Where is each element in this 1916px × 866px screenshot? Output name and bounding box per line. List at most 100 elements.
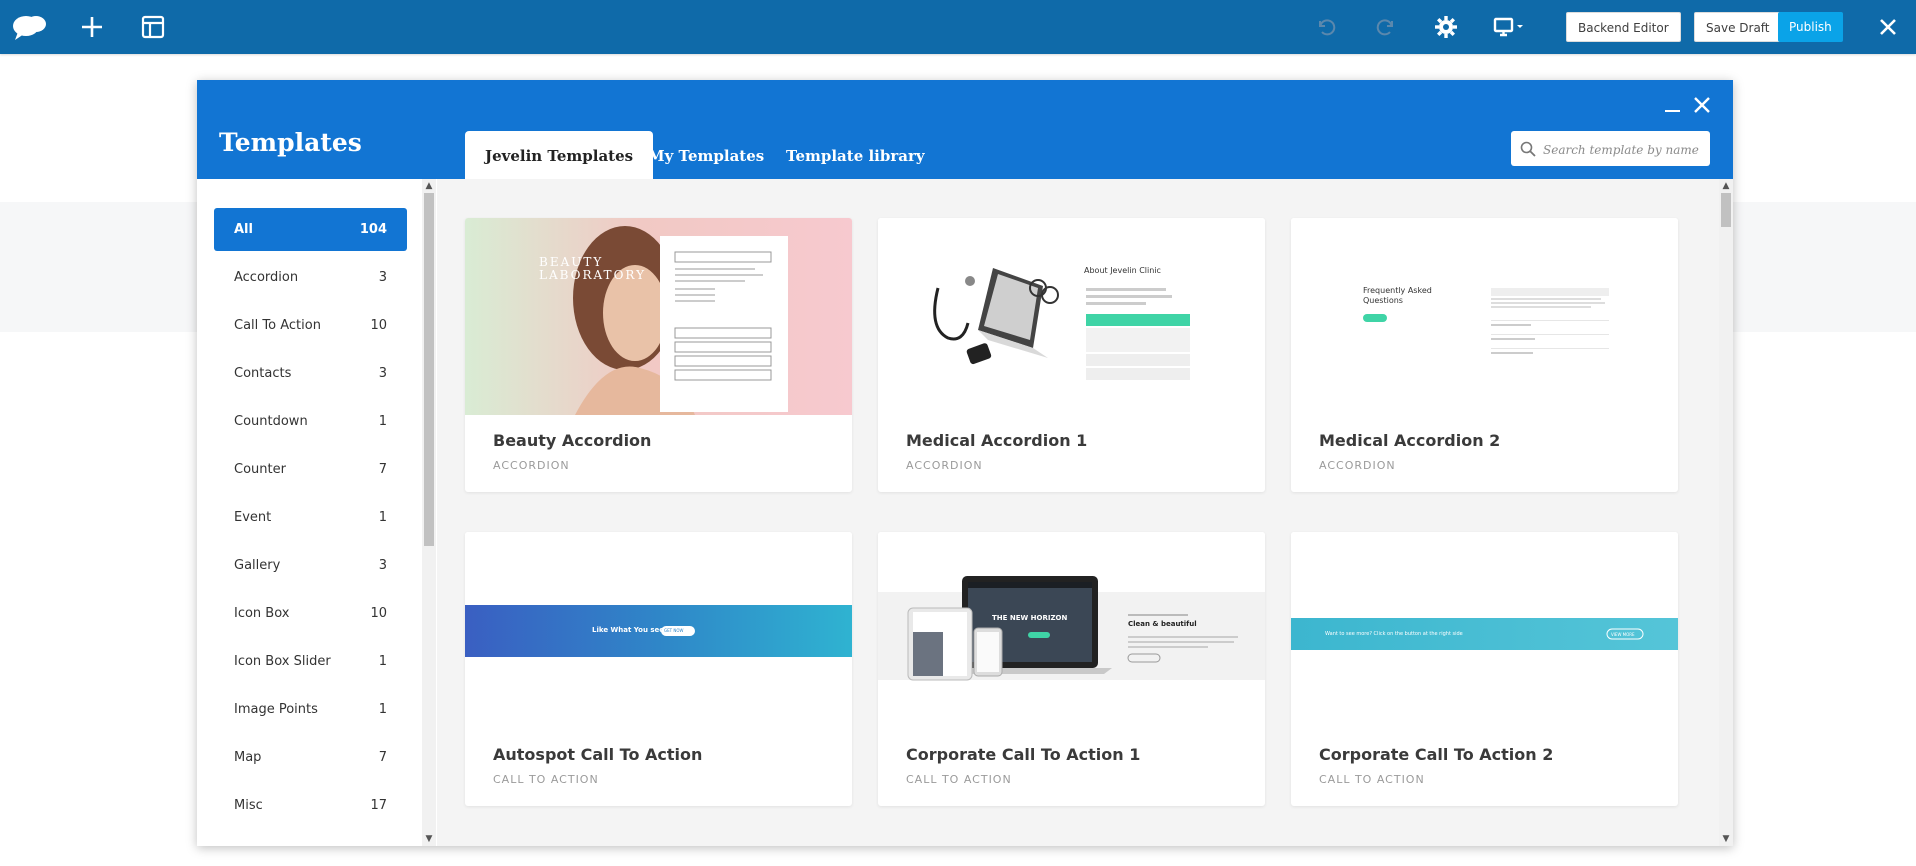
content-scroll-thumb[interactable] bbox=[1721, 193, 1731, 227]
template-card-medical-accordion-2[interactable]: Frequently Asked Questions Medical Accor… bbox=[1291, 218, 1678, 492]
sidebar-item-label: Event bbox=[234, 510, 272, 525]
template-category: CALL TO ACTION bbox=[1319, 773, 1425, 786]
sidebar-item-icon-box[interactable]: Icon Box 10 bbox=[214, 592, 407, 635]
preview-heading: Frequently Asked Questions bbox=[1363, 286, 1432, 305]
sidebar-item-label: All bbox=[234, 222, 253, 237]
sidebar-item-label: Image Points bbox=[234, 702, 318, 717]
sidebar-item-label: Gallery bbox=[234, 558, 281, 573]
save-draft-button[interactable]: Save Draft bbox=[1694, 12, 1782, 42]
sidebar-item-label: Icon Box Slider bbox=[234, 654, 331, 669]
close-modal-icon[interactable] bbox=[1691, 94, 1713, 116]
template-name: Beauty Accordion bbox=[493, 431, 652, 450]
sidebar-item-count: 10 bbox=[370, 318, 387, 333]
settings-gear-icon[interactable] bbox=[1416, 0, 1476, 54]
add-element-icon[interactable] bbox=[62, 0, 122, 54]
undo-icon[interactable] bbox=[1296, 0, 1356, 54]
template-preview-image: About Jevelin Clinic bbox=[878, 218, 1265, 415]
device-preview-monitor-icon[interactable] bbox=[1480, 0, 1540, 54]
sidebar-item-gallery[interactable]: Gallery 3 bbox=[214, 544, 407, 587]
scroll-down-arrow-icon[interactable]: ▼ bbox=[1719, 832, 1733, 846]
templates-modal: Templates Jevelin Templates My Templates… bbox=[197, 80, 1733, 846]
tab-template-library[interactable]: Template library bbox=[786, 131, 925, 179]
category-sidebar: All 104 Accordion 3 Call To Action 10 Co… bbox=[197, 179, 422, 846]
modal-header: Templates Jevelin Templates My Templates… bbox=[197, 80, 1733, 179]
sidebar-item-icon-box-slider[interactable]: Icon Box Slider 1 bbox=[214, 640, 407, 683]
sidebar-item-image-points[interactable]: Image Points 1 bbox=[214, 688, 407, 731]
content-scrollbar[interactable]: ▲ ▼ bbox=[1719, 179, 1733, 846]
sidebar-item-count: 1 bbox=[378, 414, 387, 429]
logo-icon[interactable] bbox=[0, 0, 60, 54]
template-preview-image: Like What You see? GET NOW bbox=[465, 532, 852, 729]
scroll-up-arrow-icon[interactable]: ▲ bbox=[422, 179, 436, 193]
sidebar-item-map[interactable]: Map 7 bbox=[214, 736, 407, 779]
sidebar-item-label: Countdown bbox=[234, 414, 308, 429]
sidebar-scrollbar[interactable]: ▲ ▼ bbox=[422, 179, 436, 846]
preview-heading: BEAUTY LABORATORY bbox=[539, 255, 646, 282]
sidebar-item-count: 3 bbox=[378, 558, 387, 573]
sidebar-item-label: Counter bbox=[234, 462, 286, 477]
sidebar-item-label: Map bbox=[234, 750, 262, 765]
sidebar-item-label: Misc bbox=[234, 798, 263, 813]
preview-button: GET NOW bbox=[664, 628, 684, 633]
sidebar-item-count: 1 bbox=[378, 702, 387, 717]
sidebar-item-call-to-action[interactable]: Call To Action 10 bbox=[214, 304, 407, 347]
sidebar-item-count: 7 bbox=[378, 750, 387, 765]
template-category: ACCORDION bbox=[1319, 459, 1396, 472]
template-card-beauty-accordion[interactable]: BEAUTY LABORATORY Beauty Accordion ACCOR… bbox=[465, 218, 852, 492]
templates-grid: BEAUTY LABORATORY Beauty Accordion ACCOR… bbox=[437, 179, 1719, 846]
template-card-autospot-call-to-action[interactable]: Like What You see? GET NOW Autospot Call… bbox=[465, 532, 852, 806]
tab-jevelin-templates[interactable]: Jevelin Templates bbox=[465, 131, 654, 179]
sidebar-item-counter[interactable]: Counter 7 bbox=[214, 448, 407, 491]
sidebar-item-label: Contacts bbox=[234, 366, 292, 381]
template-name: Medical Accordion 2 bbox=[1319, 431, 1501, 450]
sidebar-item-count: 7 bbox=[378, 462, 387, 477]
template-category: ACCORDION bbox=[906, 459, 983, 472]
sidebar-item-misc[interactable]: Misc 17 bbox=[214, 784, 407, 827]
template-card-medical-accordion-1[interactable]: About Jevelin Clinic Medical Accordion 1… bbox=[878, 218, 1265, 492]
template-category: CALL TO ACTION bbox=[906, 773, 1012, 786]
template-name: Autospot Call To Action bbox=[493, 745, 703, 764]
close-editor-icon[interactable] bbox=[1858, 0, 1916, 54]
template-category: ACCORDION bbox=[493, 459, 570, 472]
template-category: CALL TO ACTION bbox=[493, 773, 599, 786]
template-preview-image: Frequently Asked Questions bbox=[1291, 218, 1678, 415]
scroll-down-arrow-icon[interactable]: ▼ bbox=[422, 832, 436, 846]
sidebar-item-label: Icon Box bbox=[234, 606, 290, 621]
template-name: Corporate Call To Action 2 bbox=[1319, 745, 1554, 764]
publish-button[interactable]: Publish bbox=[1778, 12, 1843, 42]
sidebar-item-accordion[interactable]: Accordion 3 bbox=[214, 256, 407, 299]
preview-heading: Clean & beautiful bbox=[1128, 620, 1197, 628]
redo-icon[interactable] bbox=[1356, 0, 1416, 54]
template-name: Medical Accordion 1 bbox=[906, 431, 1088, 450]
scroll-up-arrow-icon[interactable]: ▲ bbox=[1719, 179, 1733, 193]
templates-icon[interactable] bbox=[123, 0, 183, 54]
preview-screen-text: THE NEW HORIZON bbox=[992, 614, 1068, 622]
template-preview-image: THE NEW HORIZON Clean & beautiful bbox=[878, 532, 1265, 729]
template-card-corporate-call-to-action-1[interactable]: THE NEW HORIZON Clean & beautiful Corpor… bbox=[878, 532, 1265, 806]
sidebar-item-count: 3 bbox=[378, 366, 387, 381]
search-icon bbox=[1520, 141, 1536, 157]
backend-editor-button[interactable]: Backend Editor bbox=[1566, 12, 1681, 42]
template-card-corporate-call-to-action-2[interactable]: Want to see more? Click on the button at… bbox=[1291, 532, 1678, 806]
search-input[interactable] bbox=[1541, 131, 1707, 168]
sidebar-item-contacts[interactable]: Contacts 3 bbox=[214, 352, 407, 395]
preview-heading: About Jevelin Clinic bbox=[1084, 266, 1161, 275]
template-search-box[interactable] bbox=[1511, 131, 1710, 168]
preview-text: Want to see more? Click on the button at… bbox=[1325, 631, 1463, 637]
template-preview-image: BEAUTY LABORATORY bbox=[465, 218, 852, 415]
sidebar-item-label: Accordion bbox=[234, 270, 299, 285]
preview-text: Like What You see? bbox=[592, 626, 669, 634]
tab-my-templates[interactable]: My Templates bbox=[648, 131, 764, 179]
sidebar-item-count: 17 bbox=[370, 798, 387, 813]
sidebar-item-count: 104 bbox=[359, 222, 387, 237]
sidebar-item-countdown[interactable]: Countdown 1 bbox=[214, 400, 407, 443]
sidebar-item-label: Call To Action bbox=[234, 318, 321, 333]
modal-title: Templates bbox=[219, 128, 362, 157]
minimize-icon[interactable] bbox=[1662, 94, 1684, 116]
sidebar-scroll-thumb[interactable] bbox=[424, 193, 434, 546]
sidebar-item-count: 1 bbox=[378, 510, 387, 525]
sidebar-item-event[interactable]: Event 1 bbox=[214, 496, 407, 539]
template-name: Corporate Call To Action 1 bbox=[906, 745, 1141, 764]
sidebar-item-all[interactable]: All 104 bbox=[214, 208, 407, 251]
preview-button: VIEW MORE bbox=[1611, 632, 1635, 637]
